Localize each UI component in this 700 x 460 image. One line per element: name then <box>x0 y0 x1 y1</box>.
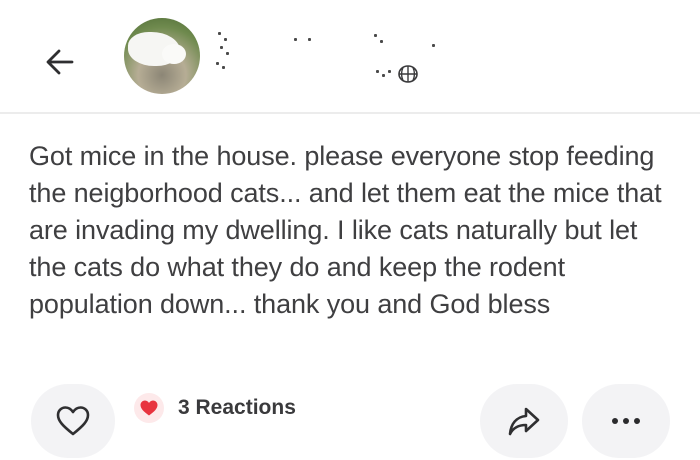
reactions-count-label: 3 Reactions <box>178 396 296 419</box>
reactions-summary[interactable]: 3 Reactions <box>134 392 296 424</box>
more-options-button[interactable] <box>582 384 670 458</box>
reaction-heart-badge <box>134 393 164 423</box>
post-body-text: Got mice in the house. please everyone s… <box>29 141 662 319</box>
privacy-globe-icon <box>396 64 420 84</box>
like-button[interactable] <box>31 384 115 458</box>
heart-filled-icon <box>140 400 158 416</box>
back-button[interactable] <box>38 40 82 84</box>
arrow-left-icon <box>46 49 74 75</box>
post-header <box>0 0 700 114</box>
share-button[interactable] <box>480 384 568 458</box>
share-arrow-icon <box>508 407 540 436</box>
more-dots-icon <box>612 418 640 424</box>
avatar[interactable] <box>124 18 200 94</box>
avatar-redaction <box>162 44 186 64</box>
heart-outline-icon <box>56 406 90 436</box>
